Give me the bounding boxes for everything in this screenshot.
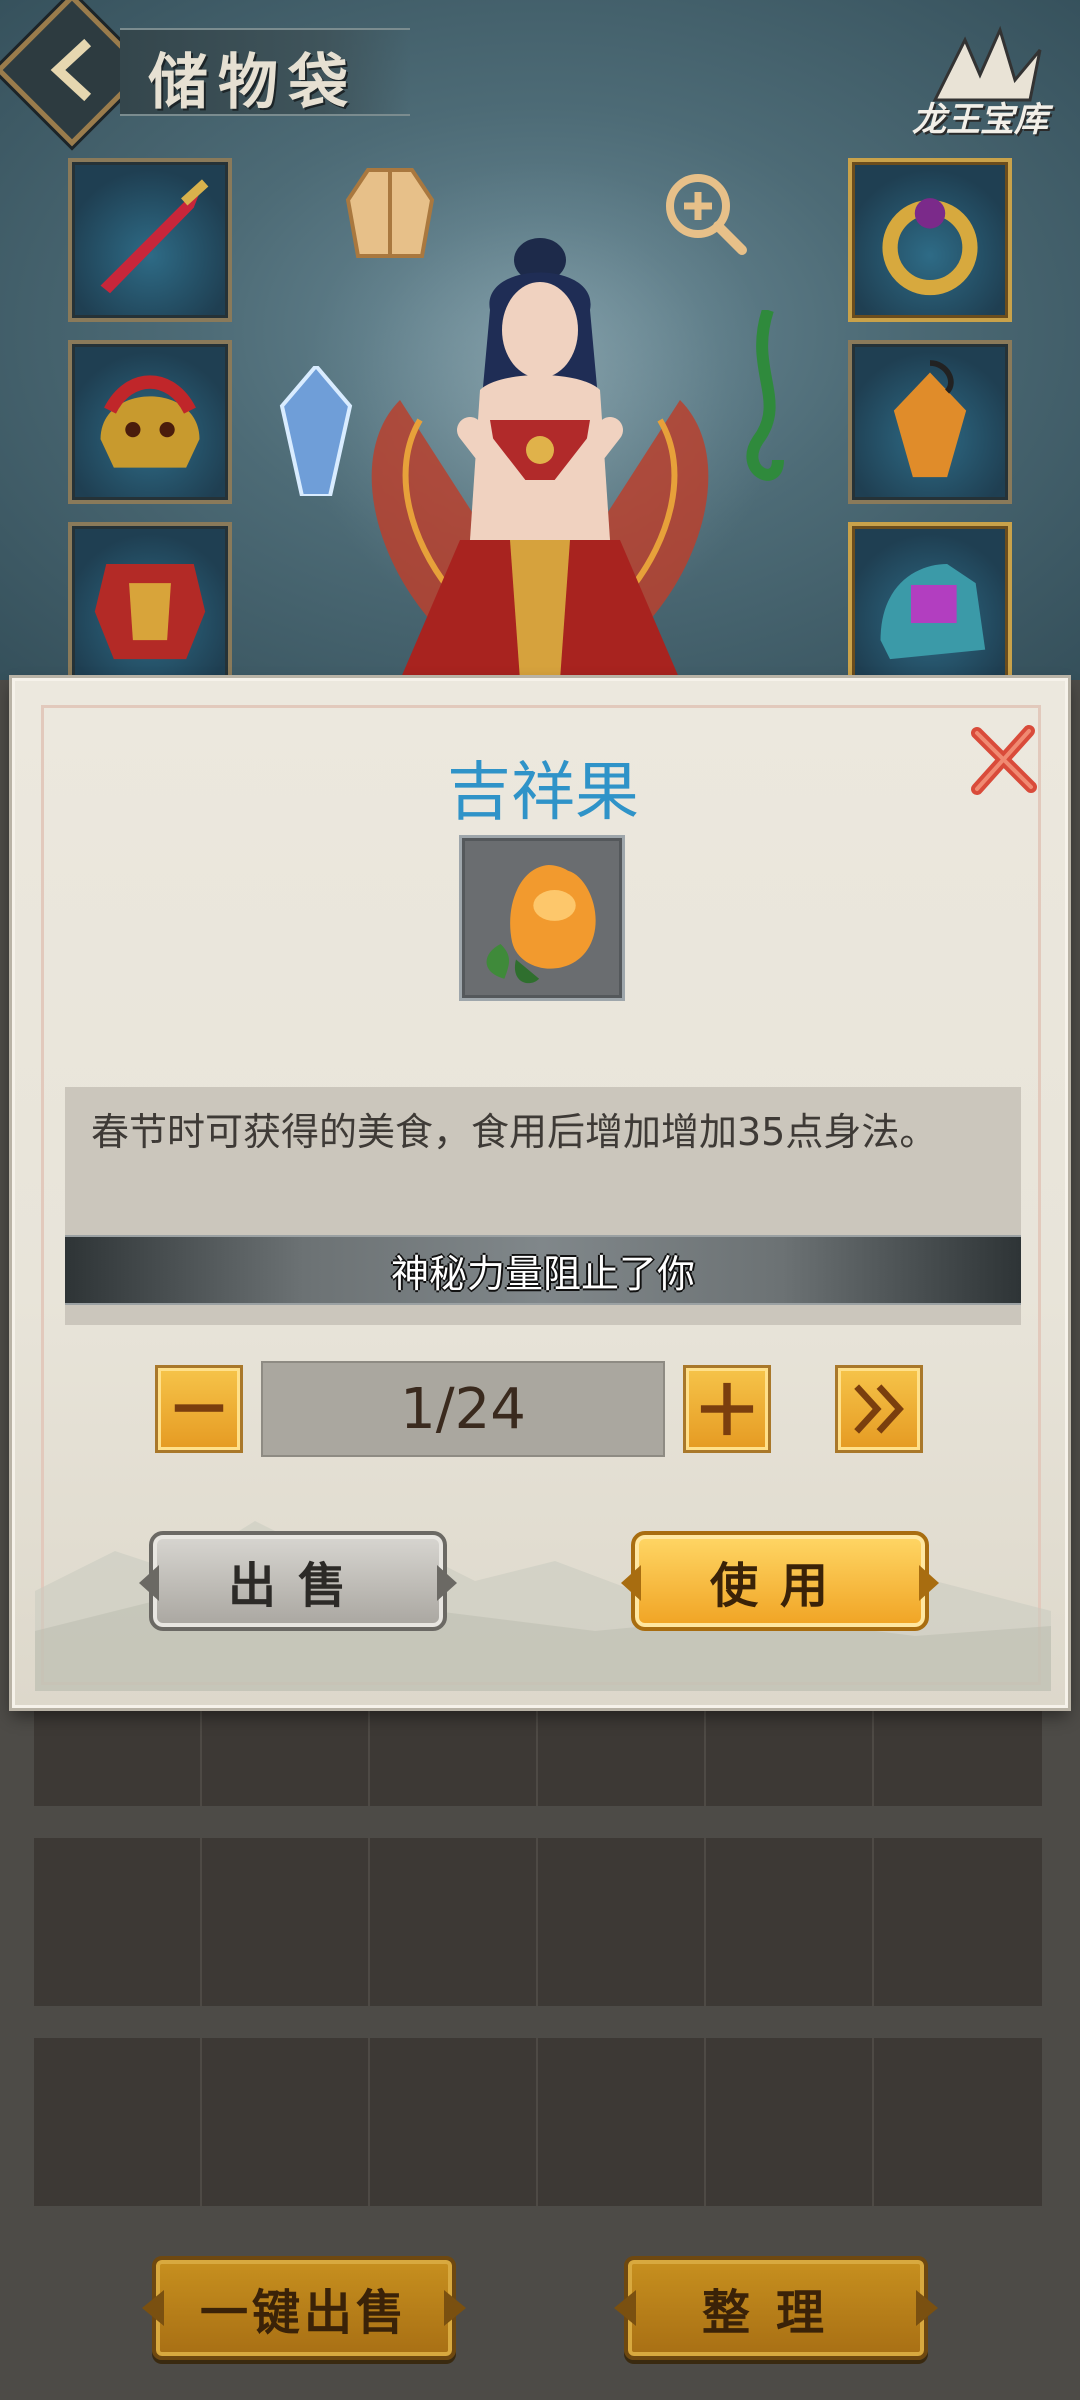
bag-cell[interactable] — [706, 2038, 874, 2206]
character-portrait — [371, 238, 709, 680]
crystal-icon — [279, 366, 353, 496]
max-quantity-button[interactable] — [835, 1365, 923, 1453]
bag-cell[interactable] — [34, 2038, 202, 2206]
notice-banner: 神秘力量阻止了你 — [65, 1235, 1021, 1305]
sort-button[interactable]: 整理 — [624, 2256, 928, 2360]
bag-cell[interactable] — [370, 1838, 538, 2006]
description-box: 春节时可获得的美食，食用后增加增加35点身法。 神秘力量阻止了你 — [65, 1087, 1021, 1325]
equip-slot-pendant[interactable] — [848, 340, 1012, 504]
bag-cell[interactable] — [370, 2038, 538, 2206]
page-title: 储物袋 — [148, 48, 358, 118]
item-description: 春节时可获得的美食，食用后增加增加35点身法。 — [91, 1110, 938, 1154]
magnify-plus-icon[interactable] — [660, 168, 750, 258]
red-armor-icon — [94, 564, 206, 660]
lion-helmet-icon — [100, 375, 200, 468]
gem-boots-icon — [880, 564, 986, 660]
bag-row — [34, 1700, 1046, 1806]
bag-cell[interactable] — [202, 2038, 370, 2206]
item-dialog: 吉祥果 春节时可获得的美食，食用后增加增加35点身法。 神秘力量阻止了你 1/2… — [12, 678, 1068, 1708]
bag-cell[interactable] — [874, 2038, 1042, 2206]
sword-icon — [100, 179, 209, 294]
plus-icon — [700, 1382, 754, 1436]
one-key-sell-button[interactable]: 一键出售 — [152, 2256, 456, 2360]
bag-cell[interactable] — [874, 1700, 1042, 1806]
increase-button[interactable] — [683, 1365, 771, 1453]
back-arrow-icon[interactable] — [40, 38, 104, 102]
brand-label[interactable]: 龙王宝库 — [912, 92, 1048, 141]
bag-cell[interactable] — [538, 1700, 706, 1806]
item-title: 吉祥果 — [447, 756, 639, 830]
bag-row — [34, 2038, 1046, 2206]
use-button[interactable]: 使用 — [631, 1531, 929, 1631]
bag-cell[interactable] — [370, 1700, 538, 1806]
jade-hook-icon — [746, 310, 784, 481]
equip-slot-ring[interactable] — [848, 158, 1012, 322]
minus-icon — [174, 1404, 224, 1412]
bag-cell[interactable] — [706, 1700, 874, 1806]
equip-slot-weapon[interactable] — [68, 158, 232, 322]
bag-cell[interactable] — [706, 1838, 874, 2006]
bag-row — [34, 1838, 1046, 2006]
notice-text: 神秘力量阻止了你 — [390, 1251, 695, 1296]
decrease-button[interactable] — [155, 1365, 243, 1453]
auspicious-fruit-icon — [486, 864, 596, 984]
character-scene: 储物袋 龙王宝库 — [0, 0, 1080, 680]
quantity-field[interactable]: 1/24 — [261, 1361, 665, 1457]
bag-cell[interactable] — [34, 1700, 202, 1806]
bag-grid — [34, 1700, 1046, 2220]
equip-slot-helmet[interactable] — [68, 340, 232, 504]
bag-cell[interactable] — [538, 2038, 706, 2206]
bag-cell[interactable] — [538, 1838, 706, 2006]
double-chevron-right-icon — [854, 1384, 904, 1434]
item-icon-frame — [459, 835, 625, 1001]
amber-pendant-icon — [893, 360, 967, 478]
bag-cell[interactable] — [34, 1838, 202, 2006]
equip-slot-boots[interactable] — [848, 522, 1012, 680]
bag-cell[interactable] — [202, 1700, 370, 1806]
bag-cell[interactable] — [874, 1838, 1042, 2006]
cloak-icon[interactable] — [338, 160, 442, 264]
gold-ring-icon — [882, 198, 978, 296]
equip-slot-armor[interactable] — [68, 522, 232, 680]
bag-cell[interactable] — [202, 1838, 370, 2006]
sell-button[interactable]: 出售 — [149, 1531, 447, 1631]
close-icon[interactable] — [965, 723, 1041, 799]
